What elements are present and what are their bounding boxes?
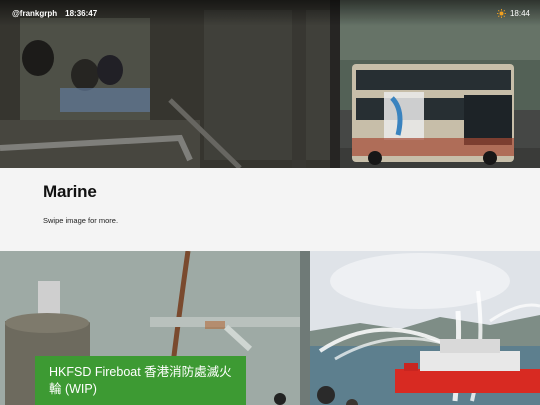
- section-header: Marine Swipe image for more.: [0, 168, 540, 251]
- clock-right: 18:44: [509, 8, 530, 18]
- status-bar: @frankgrph 18:36:47 18:44: [0, 0, 540, 26]
- clock-left: 18:36:47: [65, 8, 98, 18]
- status-right: 18:44: [496, 8, 530, 18]
- card-caption: HKFSD Fireboat 香港消防處滅火輪 (WIP): [49, 365, 232, 396]
- caption-card[interactable]: HKFSD Fireboat 香港消防處滅火輪 (WIP): [35, 356, 246, 405]
- sun-icon: [496, 8, 506, 18]
- status-left: @frankgrph 18:36:47: [12, 9, 97, 18]
- page-title: Marine: [43, 182, 97, 201]
- user-handle[interactable]: @frankgrph: [12, 9, 57, 18]
- swipe-hint: Swipe image for more.: [43, 216, 119, 225]
